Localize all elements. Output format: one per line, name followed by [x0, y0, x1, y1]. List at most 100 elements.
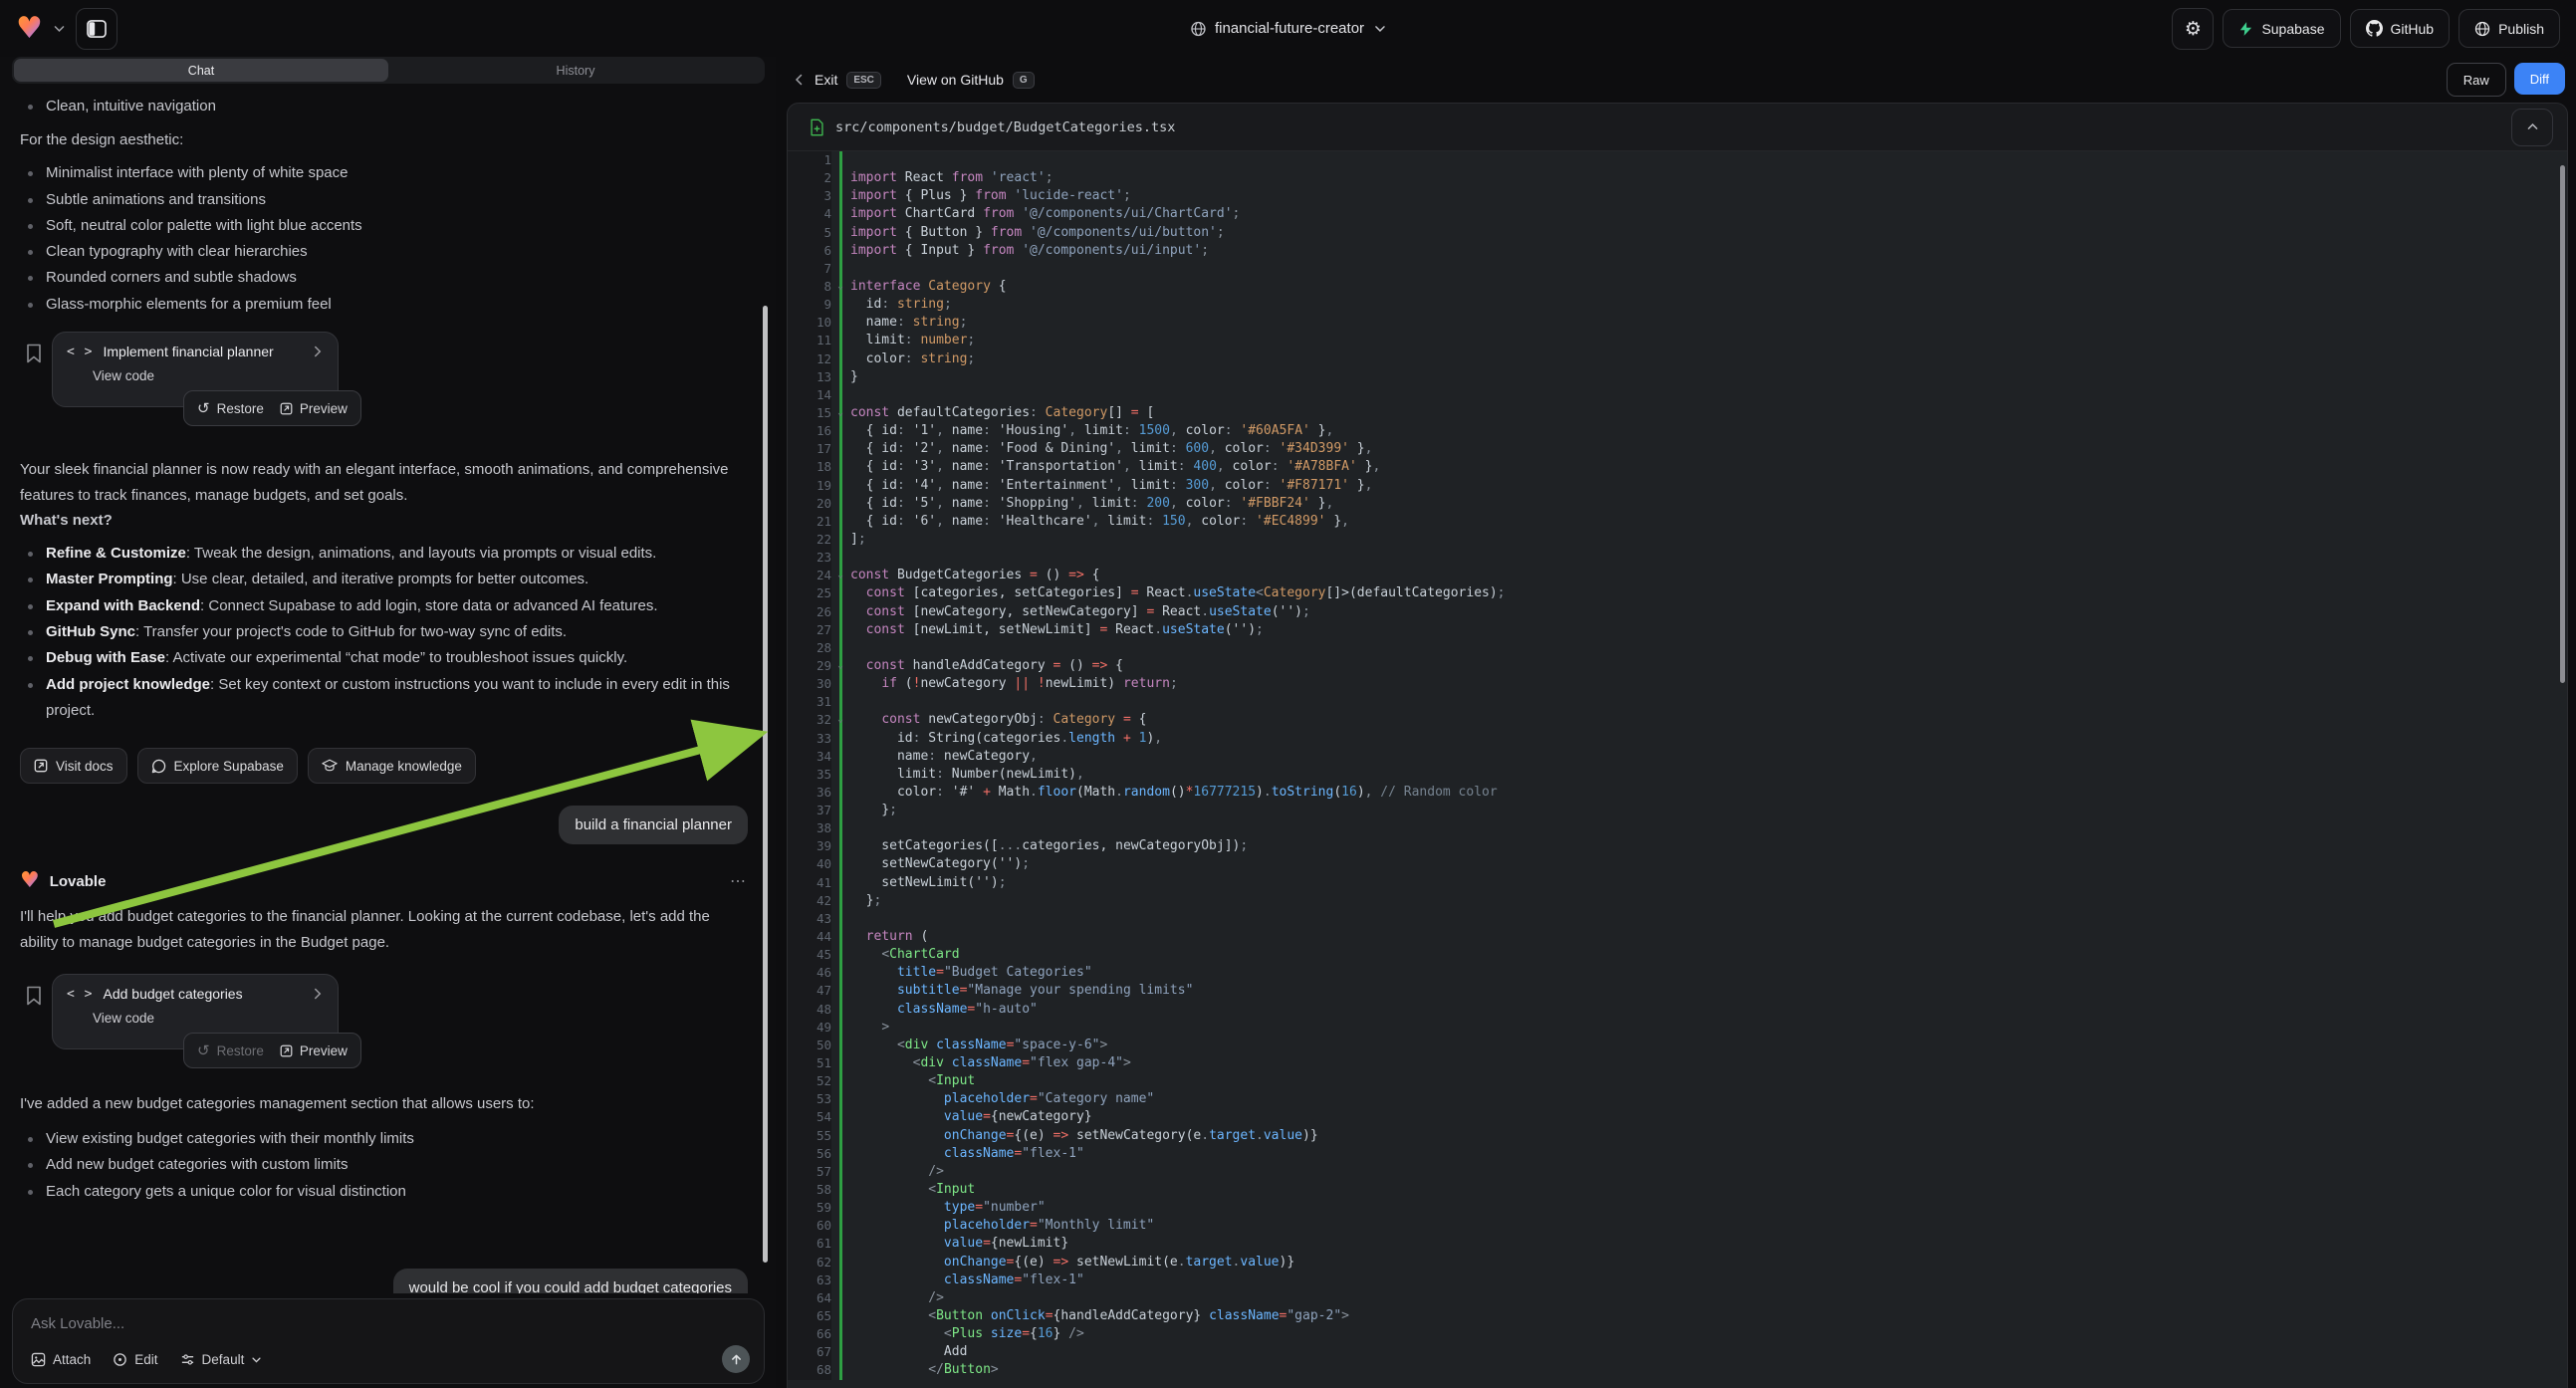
arrow-up-icon [730, 1353, 743, 1366]
fold-chevron-icon: ⌄ [837, 567, 843, 584]
list-item: Minimalist interface with plenty of whit… [20, 160, 748, 186]
code-line: 40 setNewCategory(''); [788, 855, 2567, 873]
code-line: 35 limit: Number(newLimit), [788, 766, 2567, 784]
quick-actions: Visit docs Explore Supabase Manage knowl… [20, 748, 748, 784]
code-line: 68 </Button> [788, 1361, 2567, 1379]
list-item: Rounded corners and subtle shadows [20, 265, 748, 291]
settings-button[interactable]: ⚙ [2172, 8, 2214, 50]
code-line: 24⌄const BudgetCategories = () => { [788, 567, 2567, 584]
code-line: 51 <div className="flex gap-4"> [788, 1054, 2567, 1072]
version-actions-2: ↺ Restore Preview [183, 1033, 361, 1068]
graduation-cap-icon [322, 759, 338, 773]
code-line: 12 color: string; [788, 350, 2567, 368]
send-button[interactable] [722, 1345, 750, 1373]
top-bar: ♥ financial-future-creator ⚙ [0, 0, 2576, 57]
code-line: 65 <Button onClick={handleAddCategory} c… [788, 1307, 2567, 1325]
code-line: 37 }; [788, 802, 2567, 819]
code-line: 54 value={newCategory} [788, 1108, 2567, 1126]
target-icon [113, 1352, 127, 1367]
logo-chevron-down-icon[interactable] [53, 22, 66, 35]
project-switcher[interactable]: financial-future-creator [1190, 0, 1386, 57]
gear-icon: ⚙ [2185, 18, 2202, 40]
list-item: View existing budget categories with the… [20, 1126, 748, 1152]
tab-history[interactable]: History [388, 59, 763, 82]
code-line: 8⌄interface Category { [788, 278, 2567, 296]
code-line: 25 const [categories, setCategories] = R… [788, 584, 2567, 602]
code-line: 38 [788, 819, 2567, 837]
restore-button[interactable]: ↺ Restore [197, 399, 264, 417]
explore-supabase-button[interactable]: Explore Supabase [137, 748, 298, 784]
toggle-sidebar-button[interactable] [76, 8, 117, 50]
code-scrollbar[interactable] [2560, 165, 2565, 683]
visit-docs-button[interactable]: Visit docs [20, 748, 127, 784]
code-line: 64 /> [788, 1289, 2567, 1307]
code-icon: < > [67, 345, 93, 359]
code-line: 44 return ( [788, 928, 2567, 946]
code-line: 47 subtitle="Manage your spending limits… [788, 982, 2567, 1000]
model-selector[interactable]: Default [180, 1352, 263, 1367]
chevron-left-icon [794, 74, 806, 86]
view-code-link[interactable]: View code [93, 1011, 324, 1026]
preview-button[interactable]: Preview [280, 401, 348, 416]
version-row-1: < > Implement financial planner View cod… [26, 332, 748, 423]
version-actions-1: ↺ Restore Preview [183, 390, 361, 426]
list-item: GitHub Sync: Transfer your project's cod… [20, 619, 748, 645]
code-line: 4import ChartCard from '@/components/ui/… [788, 205, 2567, 223]
preview-button[interactable]: Preview [280, 1043, 348, 1058]
exit-button[interactable]: Exit ESC [794, 72, 881, 89]
chat-composer[interactable]: Ask Lovable... Attach Edit [12, 1298, 765, 1384]
manage-knowledge-button[interactable]: Manage knowledge [308, 748, 476, 784]
tab-chat[interactable]: Chat [14, 59, 388, 82]
chat-input[interactable]: Ask Lovable... [31, 1315, 748, 1332]
version-row-2: < > Add budget categories View code ↺ Re… [26, 974, 748, 1065]
lovable-logo-icon[interactable]: ♥ [16, 14, 43, 44]
panel-left-icon [87, 20, 107, 38]
code-icon: < > [67, 987, 93, 1002]
chat-scrollbar[interactable] [763, 306, 768, 1263]
list-item: Clean, intuitive navigation [20, 94, 748, 119]
collapse-file-button[interactable] [2511, 109, 2553, 146]
design-heading: For the design aesthetic: [20, 128, 748, 151]
raw-toggle-button[interactable]: Raw [2447, 63, 2506, 97]
project-name: financial-future-creator [1215, 20, 1364, 37]
code-line: 17 { id: '2', name: 'Food & Dining', lim… [788, 440, 2567, 458]
bookmark-icon[interactable] [26, 986, 42, 1006]
fold-chevron-icon: ⌄ [837, 711, 843, 729]
edit-mode-button[interactable]: Edit [113, 1352, 157, 1367]
code-line: 9 id: string; [788, 296, 2567, 314]
fold-chevron-icon: ⌄ [837, 404, 843, 422]
code-lines[interactable]: 12import React from 'react';3import { Pl… [788, 151, 2567, 1388]
restore-icon: ↺ [197, 1041, 210, 1059]
added-bullets: View existing budget categories with the… [20, 1126, 748, 1205]
esc-key-badge: ESC [846, 72, 881, 89]
list-item: Master Prompting: Use clear, detailed, a… [20, 567, 748, 592]
attach-button[interactable]: Attach [31, 1352, 91, 1367]
github-icon [2366, 20, 2383, 37]
restore-button-disabled[interactable]: ↺ Restore [197, 1041, 264, 1059]
file-bar[interactable]: src/components/budget/BudgetCategories.t… [788, 104, 2567, 151]
supabase-button[interactable]: Supabase [2223, 9, 2340, 48]
code-line: 32⌄ const newCategoryObj: Category = { [788, 711, 2567, 729]
code-line: 20 { id: '5', name: 'Shopping', limit: 2… [788, 495, 2567, 513]
chat-bubble-icon [151, 759, 166, 774]
code-line: 31 [788, 693, 2567, 711]
code-line: 43 [788, 910, 2567, 928]
list-item: Add new budget categories with custom li… [20, 1152, 748, 1178]
fold-chevron-icon: ⌄ [837, 278, 843, 296]
code-viewer: src/components/budget/BudgetCategories.t… [787, 103, 2568, 1388]
assistant-summary: Your sleek financial planner is now read… [20, 457, 748, 509]
lovable-app: ♥ financial-future-creator ⚙ [0, 0, 2576, 1388]
view-on-github-button[interactable]: View on GitHub G [907, 72, 1035, 89]
code-line: 41 setNewLimit(''); [788, 874, 2567, 892]
publish-button[interactable]: Publish [2459, 9, 2560, 48]
restore-icon: ↺ [197, 399, 210, 417]
message-menu-icon[interactable]: ⋯ [730, 871, 748, 891]
bookmark-icon[interactable] [26, 344, 42, 363]
diff-toggle-button[interactable]: Diff [2514, 63, 2565, 95]
view-code-link[interactable]: View code [93, 368, 324, 383]
code-line: 19 { id: '4', name: 'Entertainment', lim… [788, 477, 2567, 495]
code-line: 52 <Input [788, 1072, 2567, 1090]
supabase-bolt-icon [2238, 21, 2253, 37]
github-button[interactable]: GitHub [2350, 9, 2451, 48]
list-item: Add project knowledge: Set key context o… [20, 672, 748, 725]
